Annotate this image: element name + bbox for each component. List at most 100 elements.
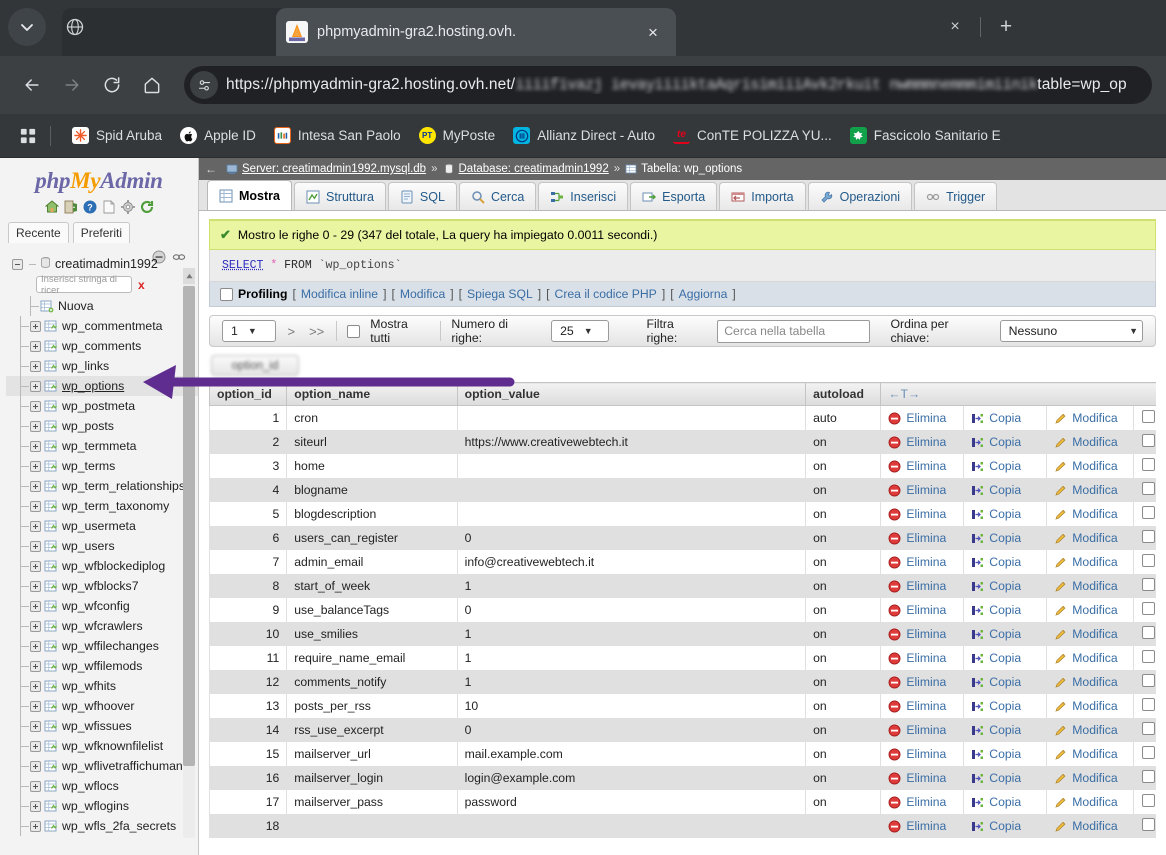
- action-copy[interactable]: Copia: [963, 598, 1048, 622]
- action-edit[interactable]: Modifica: [1046, 718, 1134, 742]
- action-delete[interactable]: Elimina: [880, 646, 965, 670]
- globe-icon[interactable]: [58, 10, 92, 44]
- bookmark-apple-id[interactable]: Apple ID: [171, 123, 265, 148]
- action-copy[interactable]: Copia: [963, 790, 1048, 814]
- tree-item-wp-posts[interactable]: wp_posts: [6, 416, 198, 436]
- row-checkbox[interactable]: [1142, 746, 1156, 759]
- row-select-cell[interactable]: [1132, 694, 1156, 718]
- rows-per-page-select[interactable]: 25 ▼: [551, 320, 609, 342]
- expand-table-icon[interactable]: [30, 660, 41, 672]
- expand-table-icon[interactable]: [30, 500, 41, 512]
- home-icon[interactable]: [44, 199, 60, 215]
- action-delete[interactable]: Elimina: [880, 502, 965, 526]
- tree-item-wp-wfknownfilelist[interactable]: wp_wfknownfilelist: [6, 736, 198, 756]
- tree-item-wp-wfhoover[interactable]: wp_wfhoover: [6, 696, 198, 716]
- action-edit[interactable]: Modifica: [1046, 405, 1134, 430]
- table-row[interactable]: 18 Elimina Copia Modifica: [209, 814, 1156, 838]
- action-delete[interactable]: Elimina: [880, 550, 965, 574]
- action-edit[interactable]: Modifica: [1046, 766, 1134, 790]
- action-edit[interactable]: Modifica: [1046, 598, 1134, 622]
- profiling-checkbox[interactable]: [220, 287, 233, 301]
- expand-table-icon[interactable]: [30, 540, 41, 552]
- action-edit[interactable]: Modifica: [1046, 742, 1134, 766]
- row-checkbox[interactable]: [1142, 554, 1156, 567]
- row-checkbox[interactable]: [1142, 530, 1156, 543]
- phpmyadmin-logo[interactable]: phpMyAdmin: [0, 158, 198, 197]
- sidebar-scrollbar[interactable]: [183, 268, 195, 838]
- bookmark-fascicolo-sanitario[interactable]: Fascicolo Sanitario E: [841, 123, 1010, 148]
- row-select-cell[interactable]: [1132, 790, 1156, 814]
- tree-item-wp-users[interactable]: wp_users: [6, 536, 198, 556]
- expand-table-icon[interactable]: [30, 700, 41, 712]
- col-header-option-id[interactable]: option_id: [209, 382, 288, 406]
- row-select-cell[interactable]: [1132, 742, 1156, 766]
- row-checkbox[interactable]: [1142, 410, 1156, 423]
- table-row[interactable]: 3 home on Elimina Copia Modifica: [209, 454, 1156, 478]
- table-row[interactable]: 9 use_balanceTags 0 on Elimina Copia Modifica: [209, 598, 1156, 622]
- action-edit[interactable]: Modifica: [1046, 622, 1134, 646]
- logout-icon[interactable]: [63, 199, 79, 215]
- row-select-cell[interactable]: [1132, 405, 1156, 430]
- row-select-cell[interactable]: [1132, 526, 1156, 550]
- obscured-column-button[interactable]: option_id: [211, 355, 299, 376]
- tree-item-wp-usermeta[interactable]: wp_usermeta: [6, 516, 198, 536]
- tree-item-wp-wfcrawlers[interactable]: wp_wfcrawlers: [6, 616, 198, 636]
- tab-mostra[interactable]: Mostra: [207, 180, 292, 210]
- table-row[interactable]: 6 users_can_register 0 on Elimina Copia Modifi…: [209, 526, 1156, 550]
- tab-operazioni[interactable]: Operazioni: [807, 182, 913, 210]
- action-edit[interactable]: Modifica: [1046, 454, 1134, 478]
- reload-icon[interactable]: [94, 67, 130, 103]
- link-modifica[interactable]: Modifica: [400, 287, 445, 301]
- close-icon[interactable]: ×: [940, 12, 970, 42]
- tab-importa[interactable]: Importa: [719, 182, 806, 210]
- row-select-cell[interactable]: [1132, 550, 1156, 574]
- table-row[interactable]: 16 mailserver_login login@example.com on Eli…: [209, 766, 1156, 790]
- action-delete[interactable]: Elimina: [880, 454, 965, 478]
- action-copy[interactable]: Copia: [963, 526, 1048, 550]
- row-select-cell[interactable]: [1132, 598, 1156, 622]
- action-copy[interactable]: Copia: [963, 550, 1048, 574]
- tree-item-wp-termmeta[interactable]: wp_termmeta: [6, 436, 198, 456]
- row-checkbox[interactable]: [1142, 650, 1156, 663]
- refresh-icon[interactable]: [139, 199, 155, 215]
- table-row[interactable]: 2 siteurl https://www.creativewebtech.it on…: [209, 430, 1156, 454]
- tab-cerca[interactable]: Cerca: [458, 182, 537, 210]
- docs-icon[interactable]: [101, 199, 117, 215]
- last-page-button[interactable]: >>: [307, 324, 326, 339]
- new-tab-icon[interactable]: +: [991, 12, 1021, 42]
- expand-table-icon[interactable]: [30, 800, 41, 812]
- action-copy[interactable]: Copia: [963, 670, 1048, 694]
- help-icon[interactable]: ?: [82, 199, 98, 215]
- tree-item-wp-wflogins[interactable]: wp_wflogins: [6, 796, 198, 816]
- action-edit[interactable]: Modifica: [1046, 814, 1134, 838]
- collapse-database-icon[interactable]: [12, 258, 23, 270]
- row-checkbox[interactable]: [1142, 698, 1156, 711]
- forward-icon[interactable]: [54, 67, 90, 103]
- tree-item-wp-wfconfig[interactable]: wp_wfconfig: [6, 596, 198, 616]
- action-delete[interactable]: Elimina: [880, 790, 965, 814]
- row-select-cell[interactable]: [1132, 622, 1156, 646]
- active-tab[interactable]: phpmyadmin-gra2.hosting.ovh. ×: [276, 8, 676, 56]
- expand-table-icon[interactable]: [30, 580, 41, 592]
- tab-inserisci[interactable]: Inserisci: [538, 182, 629, 210]
- tab-esporta[interactable]: Esporta: [630, 182, 718, 210]
- table-row[interactable]: 13 posts_per_rss 10 on Elimina Copia Modifica: [209, 694, 1156, 718]
- table-row[interactable]: 11 require_name_email 1 on Elimina Copia Modif…: [209, 646, 1156, 670]
- tab-sql[interactable]: SQL: [387, 182, 457, 210]
- row-checkbox[interactable]: [1142, 818, 1156, 831]
- action-delete[interactable]: Elimina: [880, 430, 965, 454]
- table-row[interactable]: 5 blogdescription on Elimina Copia Modifica: [209, 502, 1156, 526]
- action-delete[interactable]: Elimina: [880, 694, 965, 718]
- link-crea-codice-php[interactable]: Crea il codice PHP: [555, 287, 657, 301]
- tree-item-wp-wfissues[interactable]: wp_wfissues: [6, 716, 198, 736]
- action-delete[interactable]: Elimina: [880, 598, 965, 622]
- row-checkbox[interactable]: [1142, 482, 1156, 495]
- expand-table-icon[interactable]: [30, 560, 41, 572]
- tree-item-wp-wfblocks7[interactable]: wp_wfblocks7: [6, 576, 198, 596]
- row-checkbox[interactable]: [1142, 794, 1156, 807]
- action-edit[interactable]: Modifica: [1046, 430, 1134, 454]
- action-edit[interactable]: Modifica: [1046, 694, 1134, 718]
- tree-item-wp-wflocs[interactable]: wp_wflocs: [6, 776, 198, 796]
- action-edit[interactable]: Modifica: [1046, 670, 1134, 694]
- tree-item-nuova[interactable]: Nuova: [6, 296, 198, 316]
